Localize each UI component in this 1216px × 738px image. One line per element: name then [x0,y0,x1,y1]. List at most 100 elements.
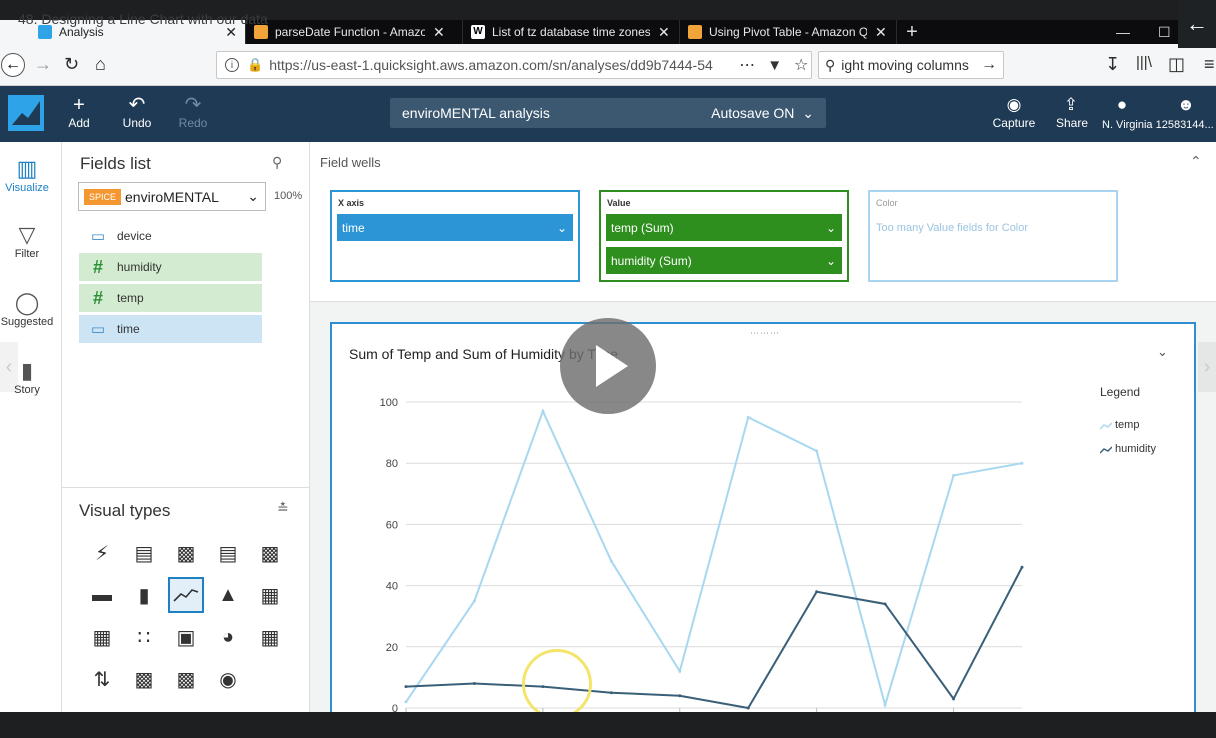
more-icon[interactable]: ⋯ [739,55,755,75]
well-x-axis[interactable]: X axis time ⌄ [330,190,580,282]
visual-card[interactable]: ⋯⋯⋯ Sum of Temp and Sum of Humidity by T… [330,322,1196,714]
combo-line-bar-icon[interactable]: ▩ [168,661,204,697]
user-icon[interactable]: ☻ [1176,94,1196,116]
autosave-toggle[interactable]: Autosave ON ⌄ [711,105,814,122]
data-point-humidity[interactable] [404,685,408,689]
tab-parsedate[interactable]: parseDate Function - Amazon Q ✕ [246,20,463,44]
field-humidity[interactable]: # humidity [79,253,262,281]
forward-icon[interactable]: → [34,54,52,75]
search-bar[interactable]: ⚲ ight moving columns → [818,51,1004,79]
region-button[interactable]: ● [1102,94,1142,116]
new-tab-icon[interactable]: + [897,20,927,44]
stacked-bar-icon[interactable]: ▩ [252,535,288,571]
table-icon[interactable]: ▦ [84,619,120,655]
pivot-table-icon[interactable]: ▦ [252,577,288,613]
combo-chart-icon[interactable]: ▩ [126,661,162,697]
data-point-temp[interactable] [678,669,682,673]
well-value[interactable]: Value temp (Sum) ⌄ humidity (Sum) ⌄ [599,190,849,282]
stacked-vbar-icon[interactable]: ▮ [126,577,162,613]
close-icon[interactable]: ✕ [433,24,445,41]
back-arrow-icon[interactable]: ← [1178,0,1216,48]
add-button[interactable]: + Add [66,94,92,130]
info-icon[interactable]: i [225,58,239,72]
url-text[interactable]: https://us-east-1.quicksight.aws.amazon.… [269,57,729,73]
close-icon[interactable]: ✕ [658,24,670,41]
analysis-name-field[interactable]: enviroMENTAL analysis Autosave ON ⌄ [390,98,826,128]
series-line-humidity[interactable] [405,566,1023,710]
heat-map-icon[interactable]: ▦ [252,619,288,655]
data-point-temp[interactable] [883,703,887,707]
data-point-temp[interactable] [541,409,545,413]
redo-button[interactable]: ↷ Redo [176,94,210,130]
play-button[interactable] [560,318,656,414]
legend-item-temp[interactable]: temp [1099,419,1139,431]
data-point-humidity[interactable] [609,691,613,695]
scatter-plot-icon[interactable]: ∷ [126,619,162,655]
field-time[interactable]: ▭ time [79,315,262,343]
data-point-temp[interactable] [746,415,750,419]
home-icon[interactable]: ⌂ [95,54,106,75]
map-icon[interactable]: ◉ [210,661,246,697]
data-point-temp[interactable] [472,599,476,603]
data-point-humidity[interactable] [1020,565,1024,569]
close-icon[interactable]: ✕ [875,24,887,41]
minimize-icon[interactable]: — [1116,20,1130,44]
pie-chart-icon[interactable]: ◕ [210,619,246,655]
data-point-humidity[interactable] [883,602,887,606]
legend-item-humidity[interactable]: humidity [1099,443,1156,455]
go-arrow-icon[interactable]: → [981,56,997,74]
data-point-temp[interactable] [815,449,819,453]
field-device[interactable]: ▭ device [79,222,262,250]
search-text[interactable]: ight moving columns [841,57,969,73]
data-point-humidity[interactable] [472,682,476,686]
tab-tz-database[interactable]: W List of tz database time zones - ✕ [463,20,680,44]
maximize-icon[interactable]: ☐ [1158,20,1171,44]
data-point-humidity[interactable] [815,590,819,594]
stacked-hbar-icon[interactable]: ▬ [84,577,120,613]
prev-slide-arrow[interactable]: ‹ [0,342,18,392]
data-point-humidity[interactable] [952,697,956,701]
series-line-temp[interactable] [405,408,1023,709]
data-point-temp[interactable] [609,559,613,563]
back-icon[interactable]: ← [1,53,25,77]
well-field-pill[interactable]: temp (Sum) ⌄ [606,214,842,241]
field-temp[interactable]: # temp [79,284,262,312]
well-field-pill[interactable]: humidity (Sum) ⌄ [606,247,842,274]
data-point-humidity[interactable] [746,706,750,710]
data-point-temp[interactable] [952,473,956,477]
sidebar-icon[interactable]: ◫ [1168,54,1185,75]
area-chart-icon[interactable]: ▲ [210,577,246,613]
analysis-name[interactable]: enviroMENTAL analysis [402,105,550,121]
vertical-bar-icon[interactable]: ▩ [168,535,204,571]
url-bar[interactable]: i 🔒 https://us-east-1.quicksight.aws.ama… [216,51,812,79]
rail-suggested[interactable]: ◯ Suggested [0,290,54,328]
quicksight-logo[interactable] [8,95,44,131]
share-button[interactable]: ⇪ Share [1056,94,1088,130]
dataset-select[interactable]: SPICE enviroMENTAL ⌄ [78,182,266,211]
next-slide-arrow[interactable]: › [1198,342,1216,392]
horizontal-bar-icon[interactable]: ▤ [126,535,162,571]
collapse-icon[interactable]: ⌃ [1190,153,1202,170]
data-point-temp[interactable] [404,700,408,704]
rail-filter[interactable]: ▽ Filter [0,222,54,260]
well-color[interactable]: Color Too many Value fields for Color [868,190,1118,282]
autograph-icon[interactable]: ⚡ [84,535,120,571]
download-icon[interactable]: ↧ [1105,54,1120,75]
pocket-icon[interactable]: ▼ [767,57,782,74]
data-point-temp[interactable] [1020,461,1024,465]
collapse-chevron-icon[interactable]: ≛ [277,500,289,517]
bookmark-star-icon[interactable]: ☆ [794,55,808,75]
line-chart-icon[interactable] [168,577,204,613]
tree-map-icon[interactable]: ▣ [168,619,204,655]
well-field-pill[interactable]: time ⌄ [337,214,573,241]
capture-button[interactable]: ◉ Capture [992,94,1036,130]
kpi-icon[interactable]: ⇅ [84,661,120,697]
tab-pivot-table[interactable]: Using Pivot Table - Amazon Qu ✕ [680,20,897,44]
library-icon[interactable]: |||\ [1136,54,1152,71]
data-point-humidity[interactable] [678,694,682,698]
clustered-bar-icon[interactable]: ▤ [210,535,246,571]
rail-visualize[interactable]: ▥ Visualize [0,156,54,194]
menu-icon[interactable]: ≡ [1204,54,1215,75]
undo-button[interactable]: ↶ Undo [120,94,154,130]
reload-icon[interactable]: ↻ [64,54,79,75]
